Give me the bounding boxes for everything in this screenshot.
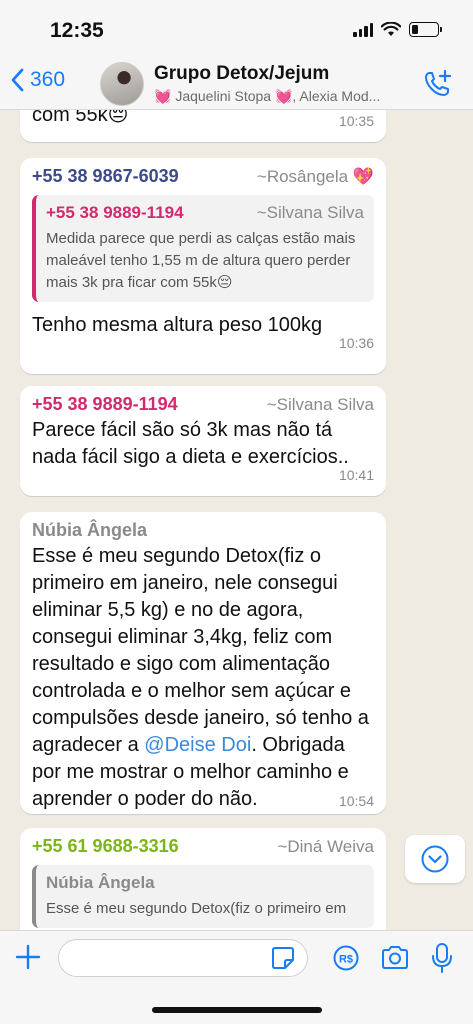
cellular-signal-icon [353,22,373,37]
camera-icon[interactable] [380,944,410,972]
chevron-down-circle-icon [421,845,449,873]
quote-sender-phone: +55 38 9889-1194 [46,203,184,222]
message-bubble[interactable]: +55 38 9867-6039 ~Rosângela 💖 +55 38 988… [20,158,386,374]
message-text: Esse é meu segundo Detox(fiz o primeiro … [32,543,374,813]
wifi-icon [381,22,401,36]
quote-text: Medida parece que perdi as calças estão … [46,230,356,291]
message-bubble[interactable]: +55 38 9889-1194 ~Silvana Silva Parece f… [20,386,386,496]
add-call-icon[interactable] [423,68,453,98]
message-bubble[interactable]: Núbia Ângela Esse é meu segundo Detox(fi… [20,512,386,814]
members-list: Jaquelini Stopa 💓, Alexia Mod... [175,88,381,104]
sender-name[interactable]: Núbia Ângela [32,520,147,541]
sender-phone[interactable]: +55 38 9889-1194 [32,394,178,415]
heart-emoji: 💓 [154,88,172,104]
message-text: Parece fácil são só 3k mas não tá nada f… [32,419,349,468]
group-title: Grupo Detox/Jejum [154,63,330,84]
sender-name: ~Diná Weiva [277,837,374,856]
quote-sender-name: Núbia Ângela [46,873,155,892]
group-info[interactable]: Grupo Detox/Jejum 💓 Jaquelini Stopa 💓, A… [154,63,416,105]
chevron-left-icon [11,68,24,92]
unread-count: 360 [30,68,66,91]
sender-name: ~Rosângela 💖 [256,167,374,186]
message-bubble[interactable]: com 55k😔 10:35 [20,110,386,142]
status-time: 12:35 [50,19,104,42]
sender-phone[interactable]: +55 38 9867-6039 [32,166,179,187]
group-members: 💓 Jaquelini Stopa 💓, Alexia Mod... [154,88,416,105]
home-indicator [152,1007,322,1013]
sticker-icon[interactable] [270,945,296,971]
back-button[interactable]: 360 [10,68,65,92]
message-text-part: Esse é meu segundo Detox(fiz o primeiro … [32,545,369,756]
quoted-message[interactable]: +55 38 9889-1194 ~Silvana Silva Medida p… [32,195,374,302]
sender-row: +55 38 9889-1194 ~Silvana Silva [32,394,374,415]
scroll-to-bottom-button[interactable] [405,835,465,883]
quote-text: Esse é meu segundo Detox(fiz o primeiro … [46,900,347,917]
status-icons [353,22,442,37]
group-avatar[interactable] [100,62,144,106]
microphone-icon[interactable] [430,942,454,974]
quoted-message[interactable]: Núbia Ângela Esse é meu segundo Detox(fi… [32,865,374,928]
chat-header: 360 Grupo Detox/Jejum 💓 Jaquelini Stopa … [0,58,473,110]
plus-icon[interactable] [14,943,42,971]
sender-phone[interactable]: +55 61 9688-3316 [32,836,179,857]
status-bar: 12:35 [0,0,473,58]
quote-sender-name: ~Silvana Silva [256,203,364,222]
payment-icon[interactable]: R$ [332,944,360,972]
sender-row: +55 38 9867-6039 ~Rosângela 💖 [32,166,374,187]
sender-name: ~Silvana Silva [266,395,374,414]
battery-icon [409,22,442,37]
mention-link[interactable]: @Deise Doi [144,734,251,756]
sender-row: +55 61 9688-3316 ~Diná Weiva [32,836,374,857]
svg-text:R$: R$ [339,954,353,966]
message-text: com 55k😔 [32,110,129,126]
chat-area[interactable]: com 55k😔 10:35 +55 38 9867-6039 ~Rosânge… [0,110,473,930]
sender-row: Núbia Ângela [32,520,374,541]
message-bubble[interactable]: +55 61 9688-3316 ~Diná Weiva Núbia Ângel… [20,828,386,930]
message-time: 10:35 [338,113,374,129]
